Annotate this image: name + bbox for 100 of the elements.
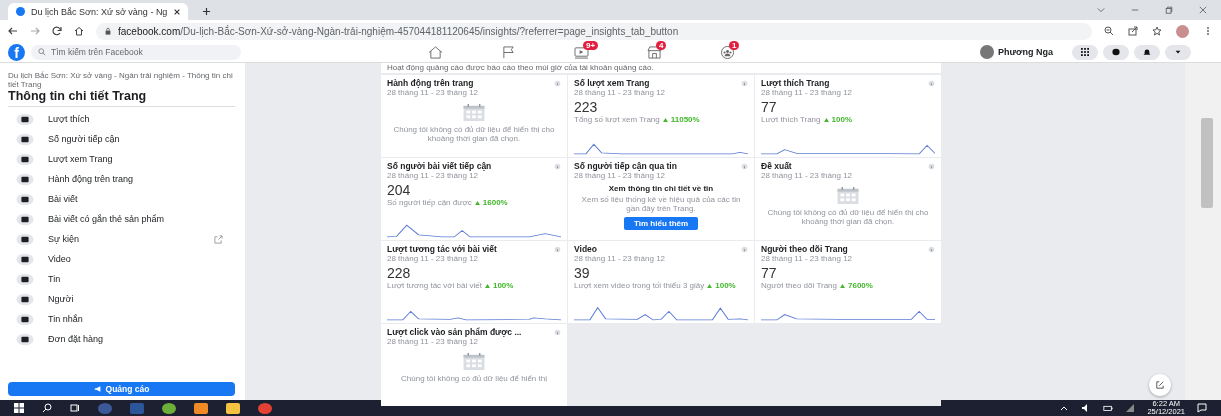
- date-range: 28 tháng 11 - 23 tháng 12: [574, 254, 667, 263]
- close-icon[interactable]: [173, 7, 182, 16]
- menu-item-icon: [16, 252, 34, 266]
- card-title: Hành động trên trang: [387, 78, 474, 88]
- address-bar[interactable]: facebook.com/Du-lịch-Bắc-Sơn-Xứ-sở-vàng-Ngàn-trải-nghiệm-457044181120645/insights/?referrer=page_insights_tab_button: [96, 22, 1092, 40]
- menu-item-icon: [16, 212, 34, 226]
- learn-more-button[interactable]: Tìm hiểu thêm: [623, 217, 699, 230]
- facebook-logo[interactable]: f: [8, 43, 25, 61]
- sidebar-title: Thông tin chi tiết Trang: [8, 89, 235, 107]
- trend-percent: 11050%: [670, 115, 700, 124]
- task-view-icon[interactable]: [70, 403, 80, 413]
- date-range: 28 tháng 11 - 23 tháng 12: [387, 337, 480, 346]
- menu-item-icon: [16, 152, 34, 166]
- menu-item-icon: [16, 192, 34, 206]
- trend-percent: 100%: [492, 281, 514, 290]
- sidebar-item[interactable]: Video: [8, 249, 235, 269]
- notifications-button[interactable]: [1134, 44, 1160, 60]
- menu-item-icon: [16, 292, 34, 306]
- reload-icon[interactable]: [52, 26, 62, 36]
- sidebar-item[interactable]: Số người tiếp cận: [8, 129, 235, 149]
- timezone-note: Hoạt động quảng cáo được báo cáo theo múi giờ của tài khoản quảng cáo.: [381, 63, 941, 73]
- card-title: Video: [574, 244, 597, 254]
- messenger-button[interactable]: [1103, 44, 1129, 60]
- menu-button[interactable]: [1072, 44, 1098, 60]
- browser-tab[interactable]: Du lịch Bắc Sơn: Xứ sở vàng - Ng: [8, 3, 188, 20]
- search-icon[interactable]: [42, 403, 52, 413]
- battery-icon[interactable]: [1103, 403, 1114, 413]
- caret-icon: [1174, 48, 1182, 56]
- zoom-icon[interactable]: [1104, 26, 1114, 36]
- info-icon[interactable]: [928, 162, 935, 170]
- info-icon[interactable]: [928, 245, 935, 253]
- calendar-icon: [462, 352, 486, 371]
- sidebar-item[interactable]: Tin: [8, 269, 235, 289]
- metric-caption: Lượt xem video trong tối thiểu 3 giây: [574, 281, 705, 290]
- date-range: 28 tháng 11 - 23 tháng 12: [574, 88, 667, 97]
- trend-percent: 100%: [715, 281, 736, 290]
- up-triangle-icon: [662, 117, 668, 122]
- compose-button[interactable]: [1149, 374, 1171, 396]
- info-icon[interactable]: [928, 79, 935, 87]
- date-range: 28 tháng 11 - 23 tháng 12: [387, 254, 480, 263]
- menu-item-icon: [16, 272, 34, 286]
- sidebar-item[interactable]: Bài viết: [8, 189, 235, 209]
- app-square-icon[interactable]: [194, 402, 208, 414]
- info-icon[interactable]: [554, 245, 561, 253]
- notification-badge: 9+: [583, 40, 599, 50]
- info-icon[interactable]: [554, 162, 561, 170]
- sidebar-item[interactable]: Hành động trên trang: [8, 169, 235, 189]
- share-icon[interactable]: [1128, 26, 1138, 36]
- sidebar-item[interactable]: Tin nhắn: [8, 309, 235, 329]
- menu-item-icon: [16, 332, 34, 346]
- app-circle-icon[interactable]: [162, 402, 176, 414]
- notification-icon[interactable]: [1197, 403, 1207, 413]
- back-arrow-icon[interactable]: [8, 26, 18, 36]
- sidebar-item[interactable]: Lượt thích: [8, 109, 235, 129]
- date-range: 28 tháng 11 - 23 tháng 12: [761, 88, 854, 97]
- info-icon[interactable]: [741, 79, 748, 87]
- card-title: Số người tiếp cận qua tin: [574, 161, 677, 171]
- info-icon[interactable]: [554, 328, 561, 336]
- advertise-button[interactable]: Quảng cáo: [8, 382, 235, 396]
- new-tab-icon[interactable]: [202, 7, 211, 16]
- star-icon[interactable]: [1152, 26, 1162, 36]
- flag-icon[interactable]: [501, 45, 516, 59]
- windows-start-icon[interactable]: [14, 403, 24, 413]
- metric-value: 228: [387, 266, 412, 281]
- people-icon[interactable]: [720, 45, 735, 59]
- empty-message: Chúng tôi không có đủ dữ liệu để hiển thị cho khoảng thời gian đã chọn.: [392, 125, 556, 143]
- search-field[interactable]: Tìm kiếm trên Facebook: [31, 44, 241, 60]
- breadcrumb: Du lịch Bắc Sơn: Xứ sở vàng - Ngàn trải nghiệm - Thông tin chi tiết Trang: [8, 71, 234, 89]
- restore-icon[interactable]: [1165, 6, 1173, 14]
- sidebar-item[interactable]: Sự kiện: [8, 229, 235, 249]
- facebook-favicon-icon: [16, 7, 25, 16]
- profile-link[interactable]: Phương Nga: [980, 45, 1053, 59]
- sidebar-item[interactable]: Bài viết có gắn thẻ sản phẩm: [8, 209, 235, 229]
- store-icon[interactable]: [647, 45, 662, 59]
- empty-message: Chúng tôi không có đủ dữ liệu để hiển thị cho khoảng thời gian đã chọn.: [766, 208, 930, 226]
- card-title: Số người bài viết tiếp cận: [387, 161, 492, 171]
- home-icon[interactable]: [74, 26, 84, 36]
- profile-avatar[interactable]: [1176, 24, 1189, 38]
- sidebar-item[interactable]: Đơn đặt hàng: [8, 329, 235, 349]
- info-icon[interactable]: [741, 162, 748, 170]
- sidebar-item[interactable]: Người: [8, 289, 235, 309]
- up-triangle-icon: [484, 283, 490, 288]
- sidebar-item[interactable]: Lượt xem Trang: [8, 149, 235, 169]
- megaphone-icon: [93, 385, 102, 393]
- notification-badge: 4: [656, 40, 667, 50]
- up-triangle-icon: [707, 283, 713, 288]
- metric-caption: Tổng số lượt xem Trang: [574, 115, 660, 124]
- promo-text: Xem số liệu thống kê về hiệu quả của các tin gần đây trên Trang.: [580, 195, 742, 213]
- metric-value: 204: [387, 183, 412, 198]
- menu-item-icon: [16, 132, 34, 146]
- info-icon[interactable]: [741, 245, 748, 253]
- search-input[interactable]: Tìm kiếm trên Facebook: [51, 47, 231, 57]
- menu-item-icon: [16, 172, 34, 186]
- browser-circle-icon[interactable]: [258, 402, 272, 414]
- metric-value: 77: [761, 100, 778, 115]
- date-range: 28 tháng 11 - 23 tháng 12: [387, 171, 480, 180]
- date-range: 28 tháng 11 - 23 tháng 12: [761, 254, 854, 263]
- scrollbar-thumb[interactable]: [1201, 118, 1213, 208]
- info-icon[interactable]: [554, 79, 561, 87]
- menu-item-icon: [16, 112, 34, 126]
